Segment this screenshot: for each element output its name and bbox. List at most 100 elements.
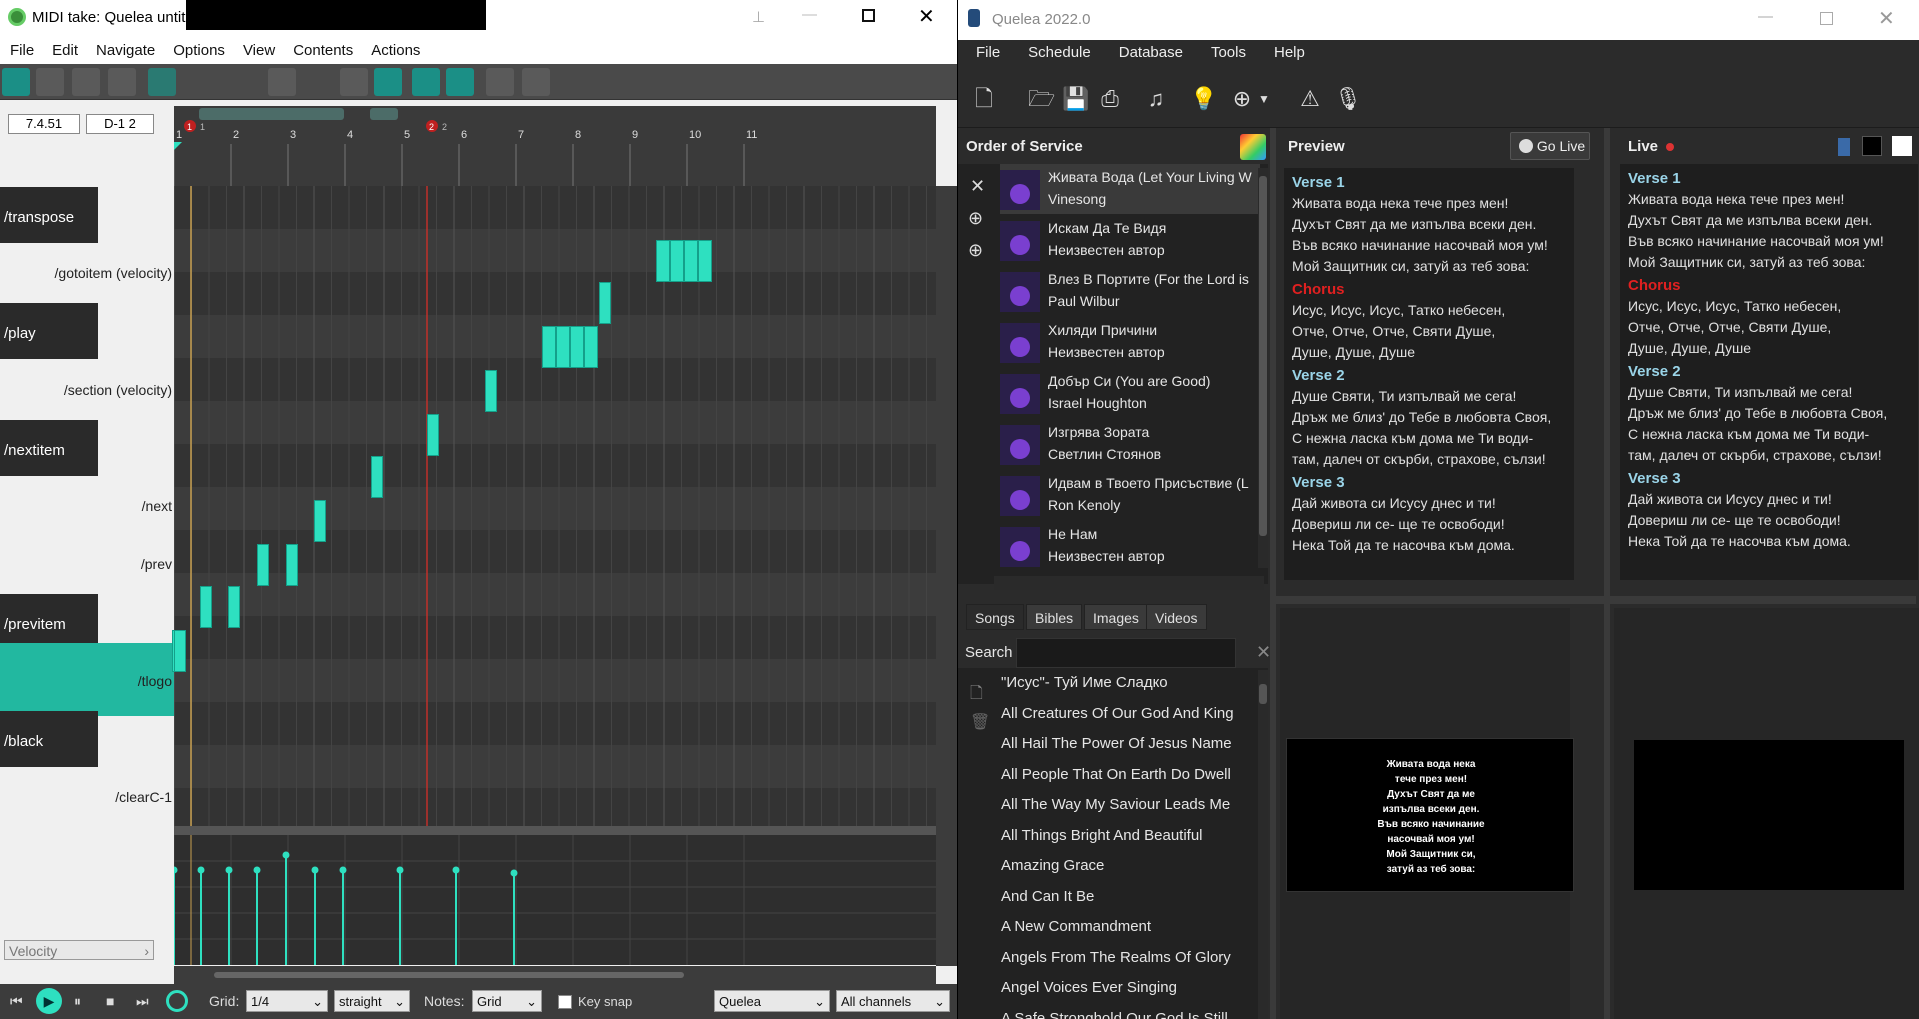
song-list-item[interactable]: And Can It Be bbox=[1001, 882, 1251, 912]
white-key-label[interactable]: /section (velocity) bbox=[64, 382, 172, 398]
remove-item-icon[interactable]: ✕ bbox=[970, 176, 985, 197]
chase-icon[interactable] bbox=[374, 68, 402, 96]
theme-button[interactable] bbox=[1240, 134, 1266, 160]
midi-note[interactable] bbox=[228, 586, 240, 628]
midi-note[interactable] bbox=[670, 240, 684, 282]
velocity-handle[interactable] bbox=[197, 866, 205, 874]
velocity-handle[interactable] bbox=[339, 866, 347, 874]
schedule-scrollbar[interactable] bbox=[1258, 168, 1268, 568]
warning-icon[interactable]: ⚠ bbox=[1298, 87, 1322, 111]
schedule-item[interactable]: Влез В Портите (For the Lord is Paul Wilb… bbox=[1000, 266, 1260, 316]
song-list-item[interactable]: All Things Bright And Beautiful bbox=[1001, 821, 1251, 851]
midi-note[interactable] bbox=[542, 326, 556, 368]
menu-navigate[interactable]: Navigate bbox=[86, 38, 163, 59]
save-schedule-icon[interactable]: 💾 bbox=[1062, 87, 1089, 111]
song-search-input[interactable] bbox=[1016, 638, 1236, 668]
song-list-item[interactable]: All Hail The Power Of Jesus Name bbox=[1001, 729, 1251, 759]
logo-toggle-icon[interactable] bbox=[1838, 138, 1850, 156]
menu-actions[interactable]: Actions bbox=[361, 38, 428, 59]
song-list-item[interactable]: "Исус"- Туй Име Сладко bbox=[1001, 668, 1251, 698]
mic-icon[interactable] bbox=[486, 68, 514, 96]
loop-toggle-icon[interactable] bbox=[166, 990, 188, 1012]
velocity-lane[interactable] bbox=[170, 835, 936, 965]
song-library-list[interactable]: 🗋 🗑 "Исус"- Туй Име Сладко All Creatures … bbox=[958, 668, 1268, 1019]
h-scrollbar[interactable] bbox=[174, 966, 936, 984]
midi-note[interactable] bbox=[684, 240, 698, 282]
song-list-item[interactable]: All Creatures Of Our God And King bbox=[1001, 699, 1251, 729]
black-key-label[interactable]: /transpose bbox=[0, 187, 98, 244]
swing-select[interactable]: straight ⌄ bbox=[334, 990, 410, 1012]
midi-note[interactable] bbox=[556, 326, 570, 368]
go-end-button[interactable]: ⏭ bbox=[136, 993, 149, 1010]
midi-note[interactable] bbox=[200, 586, 212, 628]
song-list-item[interactable]: Amazing Grace bbox=[1001, 851, 1251, 881]
midi-note[interactable] bbox=[257, 544, 269, 586]
library-scrollbar[interactable] bbox=[1258, 670, 1268, 1019]
preview-lyrics[interactable]: Verse 1 Живата вода нека тече през мен! Ду… bbox=[1284, 168, 1574, 580]
tab-images[interactable]: Images bbox=[1084, 604, 1148, 630]
midi-note[interactable] bbox=[698, 240, 712, 282]
open-schedule-icon[interactable]: 🗁 bbox=[1028, 87, 1055, 111]
clear-screen-button[interactable] bbox=[1892, 136, 1912, 156]
add-icon[interactable]: ⊕ bbox=[1230, 87, 1254, 111]
velocity-handle[interactable] bbox=[282, 851, 290, 859]
loop-icon[interactable] bbox=[340, 68, 368, 96]
midi-note[interactable] bbox=[174, 630, 186, 672]
play-button[interactable]: ▶ bbox=[36, 988, 62, 1014]
filter-icon[interactable] bbox=[268, 68, 296, 96]
menu-view[interactable]: View bbox=[233, 38, 283, 59]
white-key-label[interactable]: /prev bbox=[141, 556, 172, 572]
black-key-label[interactable]: /nextitem bbox=[0, 419, 98, 476]
midi-note[interactable] bbox=[584, 326, 598, 368]
q-menu-schedule[interactable]: Schedule bbox=[1010, 40, 1101, 61]
schedule-item[interactable]: Изгрява Зората Светлин Стоянов bbox=[1000, 419, 1260, 469]
menu-file[interactable]: File bbox=[0, 38, 42, 59]
song-list-item[interactable]: A New Commandment bbox=[1001, 912, 1251, 942]
midi-note[interactable] bbox=[570, 326, 584, 368]
midi-note[interactable] bbox=[656, 240, 670, 282]
notes-select[interactable]: Grid ⌄ bbox=[472, 990, 542, 1012]
pin-icon[interactable]: ⊥ bbox=[752, 8, 765, 26]
lyric-section[interactable]: Verse 2 Душе Святи, Ти изпълвай ме сега! Д… bbox=[1628, 361, 1918, 466]
q-menu-help[interactable]: Help bbox=[1256, 40, 1315, 61]
stop-button[interactable]: ■ bbox=[106, 993, 114, 1009]
song-list-item[interactable]: A Safe Stronghold Our God Is Still bbox=[1001, 1004, 1251, 1019]
lyric-section[interactable]: Verse 2 Душе Святи, Ти изпълвай ме сега! Д… bbox=[1292, 365, 1574, 470]
q-menu-database[interactable]: Database bbox=[1101, 40, 1193, 61]
schedule-item[interactable]: Искам Да Те Видя Неизвестен автор bbox=[1000, 215, 1260, 265]
move-down-icon[interactable]: ⊕ bbox=[968, 240, 983, 261]
grid-select[interactable]: 1/4 ⌄ bbox=[246, 990, 328, 1012]
lyric-section[interactable]: Chorus Исус, Исус, Исус, Татко небесен, От… bbox=[1292, 279, 1574, 363]
song-list-item[interactable]: Angels From The Realms Of Glory bbox=[1001, 943, 1251, 973]
keysnap-checkbox[interactable] bbox=[558, 995, 572, 1009]
minimize-button[interactable]: — bbox=[802, 6, 817, 23]
new-schedule-icon[interactable]: 🗋 bbox=[972, 87, 996, 111]
lightbulb-icon[interactable]: 💡 bbox=[1190, 87, 1217, 111]
add-dropdown-icon[interactable]: ▼ bbox=[1252, 87, 1276, 111]
tab-songs[interactable]: Songs bbox=[966, 604, 1024, 630]
lyric-section[interactable]: Verse 1 Живата вода нека тече през мен! Ду… bbox=[1292, 172, 1574, 277]
lyric-section[interactable]: Verse 3 Дай живота си Исусу днес и ти! Дов… bbox=[1628, 468, 1918, 552]
velocity-lane-selector[interactable]: Velocity › bbox=[4, 940, 154, 960]
white-key-label[interactable]: /clearC-1 bbox=[115, 789, 172, 805]
schedule-item[interactable]: Добър Си (You are Good) Israel Houghton bbox=[1000, 368, 1260, 418]
velocity-handle[interactable] bbox=[510, 869, 518, 877]
new-song-icon[interactable]: 🗋 bbox=[970, 682, 983, 709]
midi-note[interactable] bbox=[314, 500, 326, 542]
lyric-section[interactable]: Verse 3 Дай живота си Исусу днес и ти! Дов… bbox=[1292, 472, 1574, 556]
quelea-maximize-button[interactable] bbox=[1820, 12, 1833, 25]
tab-bibles[interactable]: Bibles bbox=[1026, 604, 1083, 630]
menu-options[interactable]: Options bbox=[163, 38, 233, 59]
microphone-icon[interactable]: 🎙 bbox=[1334, 87, 1362, 111]
tab-videos[interactable]: Videos bbox=[1146, 604, 1207, 630]
schedule-item[interactable]: Идвам в Твоето Присъствие (L Ron Kenoly bbox=[1000, 470, 1260, 520]
close-button[interactable]: ✕ bbox=[918, 4, 935, 29]
notation-view-button[interactable] bbox=[108, 68, 136, 96]
q-menu-tools[interactable]: Tools bbox=[1193, 40, 1256, 61]
delete-song-icon[interactable]: 🗑 bbox=[970, 712, 990, 732]
velocity-handle[interactable] bbox=[225, 866, 233, 874]
named-notes-view-button[interactable] bbox=[36, 68, 64, 96]
pause-button[interactable]: ⏸ bbox=[74, 993, 81, 1010]
velocity-handle[interactable] bbox=[452, 866, 460, 874]
clear-search-icon[interactable]: ✕ bbox=[1256, 642, 1271, 663]
